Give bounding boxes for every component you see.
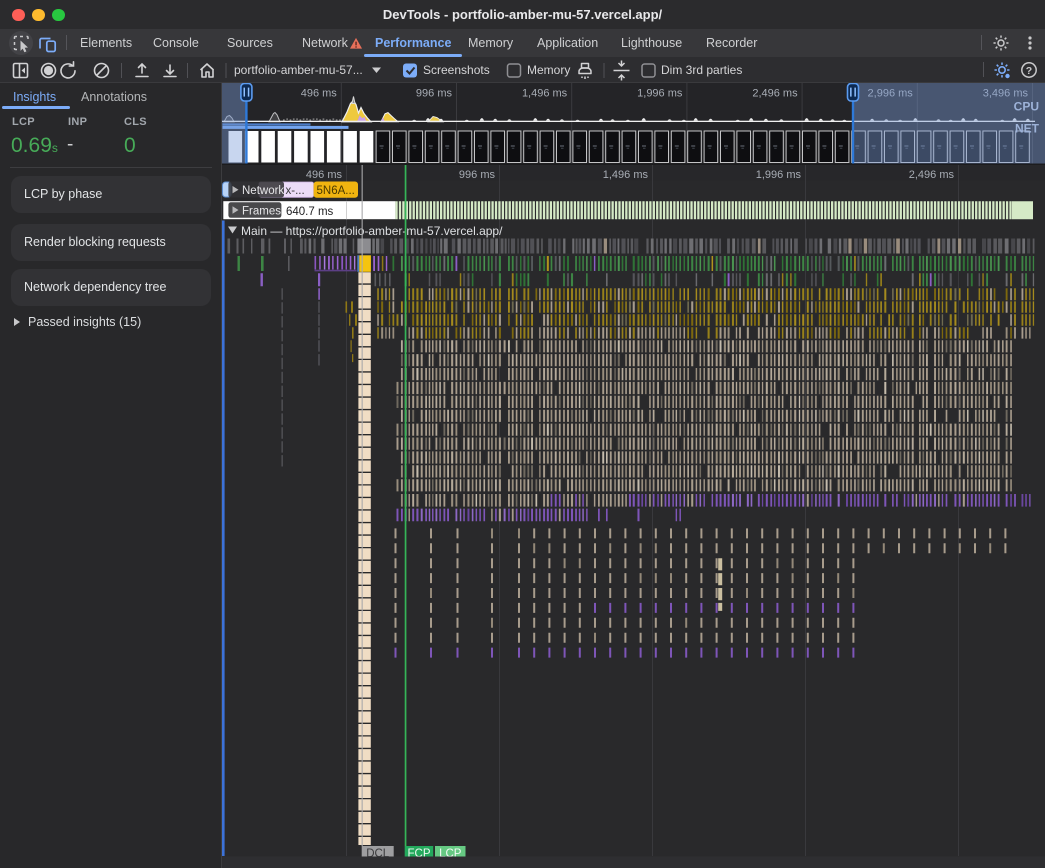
svg-text:1,996 ms: 1,996 ms bbox=[637, 88, 683, 100]
svg-text:Frames: Frames bbox=[242, 206, 281, 218]
svg-text:NET: NET bbox=[1015, 122, 1040, 136]
svg-text:996 ms: 996 ms bbox=[459, 169, 496, 181]
svg-text:?: ? bbox=[1026, 65, 1032, 77]
svg-text:2,496 ms: 2,496 ms bbox=[909, 169, 955, 181]
svg-text:2,496 ms: 2,496 ms bbox=[752, 88, 798, 100]
svg-text:Network: Network bbox=[242, 185, 284, 197]
svg-text:1,996 ms: 1,996 ms bbox=[756, 169, 802, 181]
svg-text:640.7 ms: 640.7 ms bbox=[286, 206, 334, 218]
svg-text:Main — https://portfolio-amber: Main — https://portfolio-amber-mu-57.ver… bbox=[241, 224, 503, 238]
svg-text:CPU: CPU bbox=[1014, 100, 1039, 114]
svg-text:5N6A...: 5N6A... bbox=[317, 185, 355, 197]
svg-text:1,496 ms: 1,496 ms bbox=[522, 88, 568, 100]
svg-text:x-...: x-... bbox=[286, 185, 305, 197]
svg-text:496 ms: 496 ms bbox=[306, 169, 343, 181]
svg-text:1,496 ms: 1,496 ms bbox=[603, 169, 649, 181]
svg-text:996 ms: 996 ms bbox=[416, 88, 453, 100]
svg-text:496 ms: 496 ms bbox=[301, 88, 338, 100]
